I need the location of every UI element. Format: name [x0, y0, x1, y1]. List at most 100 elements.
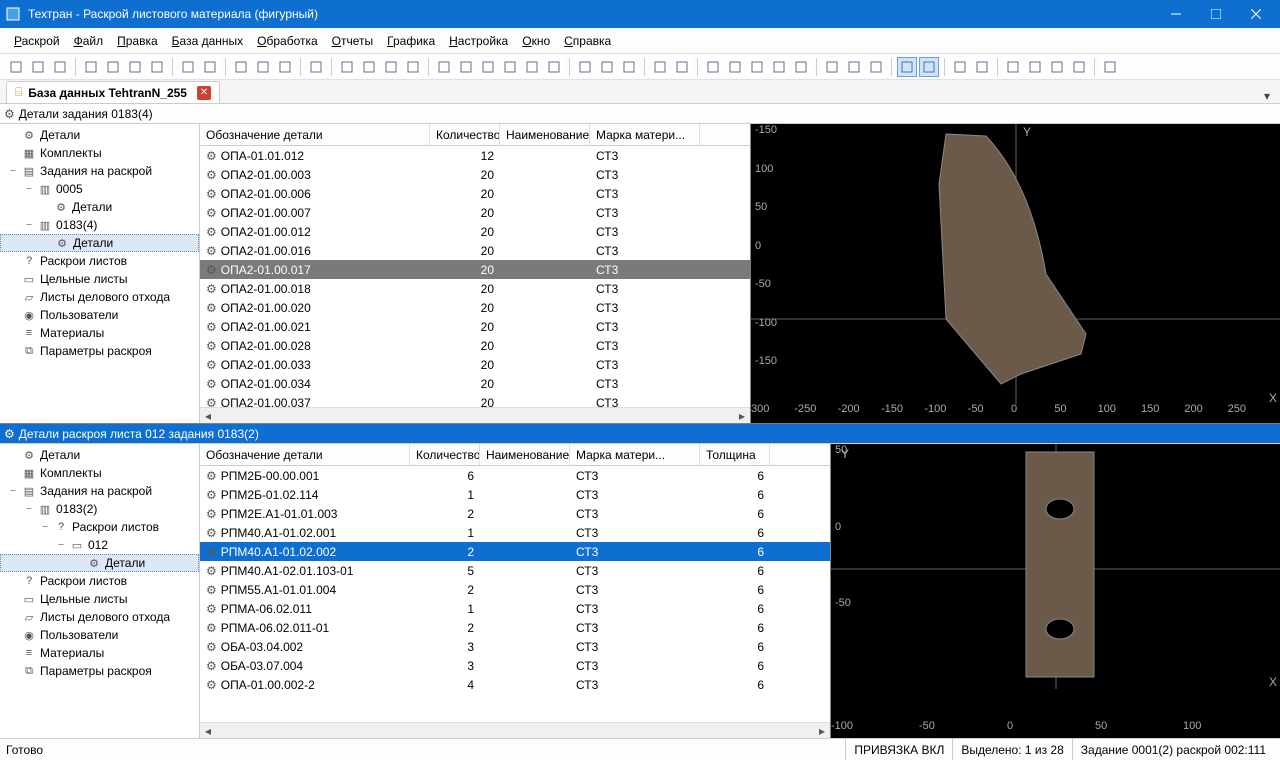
table-row[interactable]: ⚙ОПА2-01.00.02120СТ3	[200, 317, 750, 336]
tree-node[interactable]: −▥0183(4)	[0, 216, 199, 234]
table-row[interactable]: ⚙ОБА-03.07.0043СТ36	[200, 656, 830, 675]
tree-node[interactable]: ≡Материалы	[0, 324, 199, 342]
menu-Окно[interactable]: Окно	[516, 31, 556, 51]
table-row[interactable]: ⚙РПМ40.А1-01.02.0011СТ36	[200, 523, 830, 542]
table-row[interactable]: ⚙ОПА2-01.00.02020СТ3	[200, 298, 750, 317]
table-row[interactable]: ⚙РПМ55.А1-01.01.0042СТ36	[200, 580, 830, 599]
table-row[interactable]: ⚙РПМ2Е.А1-01.01.0032СТ36	[200, 504, 830, 523]
tree-node[interactable]: ◉Пользователи	[0, 306, 199, 324]
panel2-tree[interactable]: ⚙Детали▦Комплекты−▤Задания на раскрой−▥0…	[0, 444, 200, 738]
column-header[interactable]: Количество	[410, 444, 480, 465]
column-header[interactable]: Наименование	[480, 444, 570, 465]
tool-button[interactable]	[178, 57, 198, 77]
tree-node[interactable]: ?Раскрои листов	[0, 572, 199, 590]
tree-node[interactable]: ⚙Детали	[0, 554, 199, 572]
tool-button[interactable]	[403, 57, 423, 77]
menu-Обработка[interactable]: Обработка	[251, 31, 324, 51]
panel2-preview[interactable]: Y X -100-50050100 500-50	[830, 444, 1280, 738]
table-row[interactable]: ⚙ОПА2-01.00.00320СТ3	[200, 165, 750, 184]
tool-button[interactable]	[231, 57, 251, 77]
tree-node[interactable]: ?Раскрои листов	[0, 252, 199, 270]
table-row[interactable]: ⚙ОПА2-01.00.01720СТ3	[200, 260, 750, 279]
table-row[interactable]: ⚙ОПА2-01.00.03420СТ3	[200, 374, 750, 393]
tree-node[interactable]: ▦Комплекты	[0, 144, 199, 162]
tree-node[interactable]: ⚙Детали	[0, 198, 199, 216]
tool-button[interactable]	[650, 57, 670, 77]
table-row[interactable]: ⚙РПМ40.А1-02.01.103-015СТ36	[200, 561, 830, 580]
menu-Графика[interactable]: Графика	[381, 31, 441, 51]
tool-button[interactable]	[1047, 57, 1067, 77]
table-row[interactable]: ⚙РПМ2Б-01.02.1141СТ36	[200, 485, 830, 504]
column-header[interactable]: Наименование	[500, 124, 590, 145]
tool-button[interactable]	[725, 57, 745, 77]
tree-node[interactable]: −▥0183(2)	[0, 500, 199, 518]
tree-node[interactable]: ▭Цельные листы	[0, 590, 199, 608]
tool-button[interactable]	[769, 57, 789, 77]
tool-button[interactable]	[28, 57, 48, 77]
h-scrollbar[interactable]: ◂▸	[200, 722, 830, 738]
column-header[interactable]: Толщина	[700, 444, 770, 465]
tree-node[interactable]: ▱Листы делового отхода	[0, 288, 199, 306]
tool-button[interactable]	[522, 57, 542, 77]
tool-button[interactable]	[81, 57, 101, 77]
tree-node[interactable]: ⚙Детали	[0, 126, 199, 144]
column-header[interactable]: Обозначение детали	[200, 444, 410, 465]
tool-button[interactable]	[103, 57, 123, 77]
maximize-button[interactable]	[1196, 0, 1236, 28]
column-header[interactable]: Марка матери...	[590, 124, 700, 145]
h-scrollbar[interactable]: ◂▸	[200, 407, 750, 423]
tool-button[interactable]	[544, 57, 564, 77]
tool-button[interactable]	[1100, 57, 1120, 77]
table-row[interactable]: ⚙ОПА2-01.00.01820СТ3	[200, 279, 750, 298]
tree-node[interactable]: ◉Пользователи	[0, 626, 199, 644]
tree-node[interactable]: −▭012	[0, 536, 199, 554]
tree-node[interactable]: ⚙Детали	[0, 446, 199, 464]
tool-button[interactable]	[866, 57, 886, 77]
tree-node[interactable]: ▦Комплекты	[0, 464, 199, 482]
tool-button[interactable]	[1069, 57, 1089, 77]
tool-button[interactable]	[791, 57, 811, 77]
table-row[interactable]: ⚙ОПА2-01.00.01220СТ3	[200, 222, 750, 241]
tool-button[interactable]	[575, 57, 595, 77]
panel1-table[interactable]: Обозначение деталиКоличествоНаименование…	[200, 124, 750, 423]
tool-button[interactable]	[456, 57, 476, 77]
table-row[interactable]: ⚙РПМА-06.02.011-012СТ36	[200, 618, 830, 637]
tab-dropdown-icon[interactable]: ▾	[1260, 89, 1274, 103]
tool-button[interactable]	[619, 57, 639, 77]
table-row[interactable]: ⚙ОПА-01.00.002-24СТ36	[200, 675, 830, 694]
tree-node[interactable]: ▱Листы делового отхода	[0, 608, 199, 626]
tool-button[interactable]	[359, 57, 379, 77]
tool-button[interactable]	[6, 57, 26, 77]
panel2-table[interactable]: Обозначение деталиКоличествоНаименование…	[200, 444, 830, 738]
tool-button[interactable]	[434, 57, 454, 77]
column-header[interactable]: Обозначение детали	[200, 124, 430, 145]
tool-button[interactable]	[200, 57, 220, 77]
table-row[interactable]: ⚙ОПА-01.01.01212СТ3	[200, 146, 750, 165]
tool-button[interactable]	[897, 57, 917, 77]
tree-node[interactable]: −▥0005	[0, 180, 199, 198]
menu-Настройка[interactable]: Настройка	[443, 31, 514, 51]
close-button[interactable]	[1236, 0, 1276, 28]
table-row[interactable]: ⚙ОПА2-01.00.03720СТ3	[200, 393, 750, 407]
tool-button[interactable]	[703, 57, 723, 77]
tool-button[interactable]	[919, 57, 939, 77]
column-header[interactable]: Количество	[430, 124, 500, 145]
tool-button[interactable]	[125, 57, 145, 77]
table-row[interactable]: ⚙РПМ2Б-00.00.0016СТ36	[200, 466, 830, 485]
tree-node[interactable]: ⧉Параметры раскроя	[0, 342, 199, 360]
tree-node[interactable]: ⚙Детали	[0, 234, 199, 252]
menu-Правка[interactable]: Правка	[111, 31, 164, 51]
tree-node[interactable]: −?Раскрои листов	[0, 518, 199, 536]
panel1-tree[interactable]: ⚙Детали▦Комплекты−▤Задания на раскрой−▥0…	[0, 124, 200, 423]
tool-button[interactable]	[672, 57, 692, 77]
tool-button[interactable]	[147, 57, 167, 77]
tool-button[interactable]	[500, 57, 520, 77]
table-row[interactable]: ⚙РПМА-06.02.0111СТ36	[200, 599, 830, 618]
tool-button[interactable]	[337, 57, 357, 77]
table-row[interactable]: ⚙ОПА2-01.00.00620СТ3	[200, 184, 750, 203]
tool-button[interactable]	[972, 57, 992, 77]
tool-button[interactable]	[306, 57, 326, 77]
tree-node[interactable]: ≡Материалы	[0, 644, 199, 662]
tree-node[interactable]: ▭Цельные листы	[0, 270, 199, 288]
tree-node[interactable]: −▤Задания на раскрой	[0, 482, 199, 500]
